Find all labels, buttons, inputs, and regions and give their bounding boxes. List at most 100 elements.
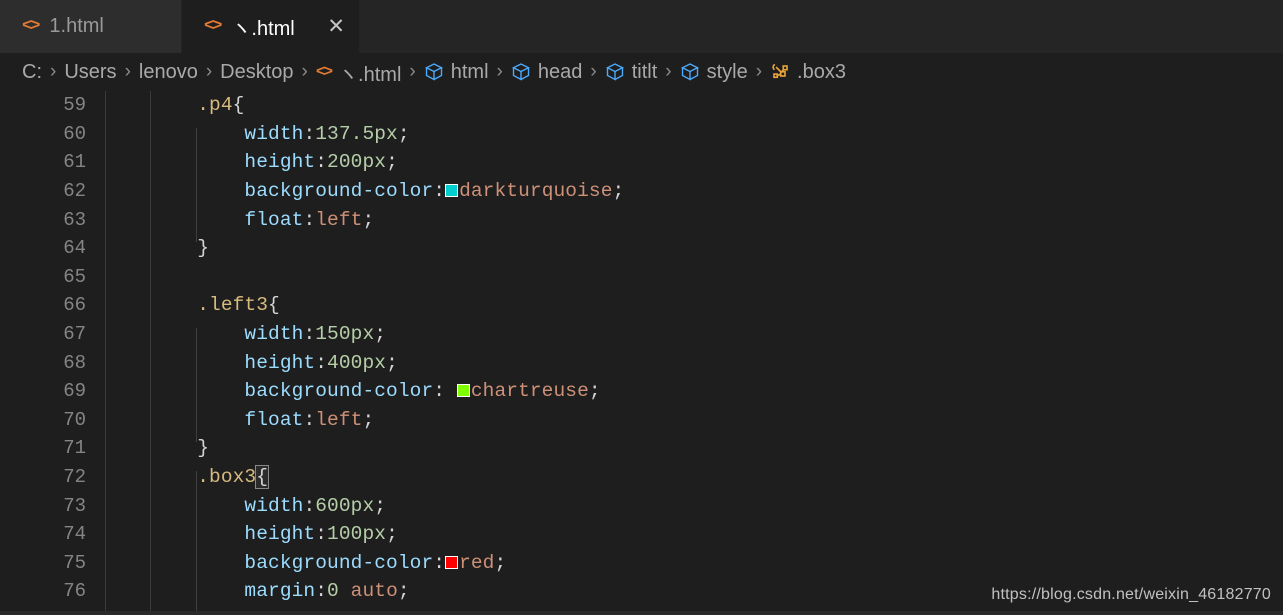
code-line[interactable]: 72 .box3{ (0, 463, 1283, 492)
color-swatch[interactable] (445, 184, 459, 198)
line-number: 66 (63, 294, 86, 317)
code-line[interactable]: 70 float:left; (0, 406, 1283, 435)
token-kw: red (459, 551, 495, 574)
code-lines: 59 .p4{60 width:137.5px; 61 height:200px;… (0, 91, 1283, 615)
code-line-content[interactable]: float:left; (150, 409, 1283, 431)
token-punc: : (433, 380, 457, 403)
html-file-icon: <> (204, 17, 222, 36)
token-punc (150, 437, 197, 459)
code-line-content[interactable]: height:100px; (150, 523, 1283, 545)
token-prop: background-color (244, 380, 434, 403)
token-punc: : (315, 151, 328, 174)
code-line[interactable]: 63 float:left; (0, 205, 1283, 234)
token-punc: ; (374, 494, 387, 517)
code-line-content[interactable]: height:200px; (150, 151, 1283, 173)
code-line-content[interactable]: } (150, 437, 1283, 459)
token-prop: width (244, 323, 304, 346)
code-line[interactable]: 64 } (0, 234, 1283, 263)
token-punc: ; (374, 323, 387, 346)
breadcrumb-item-label: titlt (631, 60, 658, 83)
symbol-module-icon (424, 62, 444, 82)
breadcrumb-item-html[interactable]: <> ヽ.html (316, 58, 402, 87)
code-line[interactable]: 75 background-color: red; (0, 549, 1283, 578)
token-punc (150, 151, 244, 173)
token-punc: ; (612, 180, 625, 203)
token-punc: ; (362, 408, 375, 431)
token-prop: background-color (244, 551, 434, 574)
symbol-module-icon (511, 62, 531, 82)
token-punc (150, 580, 244, 602)
breadcrumb-item-c[interactable]: C: (22, 61, 42, 84)
code-line-content[interactable]: .box3{ (150, 465, 1283, 490)
token-prop: margin (244, 580, 316, 603)
breadcrumb-separator: › (409, 61, 416, 82)
code-line[interactable]: 61 height:200px; (0, 148, 1283, 177)
token-punc (150, 495, 244, 517)
code-line[interactable]: 60 width:137.5px; (0, 120, 1283, 149)
breadcrumb-item-head[interactable]: head (511, 61, 582, 84)
code-line-content[interactable]: background-color: red; (150, 552, 1283, 574)
token-prop: float (244, 208, 304, 231)
code-line[interactable]: 73 width:600px; (0, 491, 1283, 520)
color-swatch[interactable] (456, 384, 470, 398)
line-number: 63 (63, 208, 86, 231)
breadcrumb-item-lenovo[interactable]: lenovo (139, 61, 198, 84)
code-line-content[interactable]: float:left; (150, 209, 1283, 231)
close-icon[interactable]: ✕ (321, 16, 351, 37)
breadcrumb-item-label: C: (22, 60, 42, 83)
breadcrumb-item-box3[interactable]: .box3 (770, 61, 846, 84)
token-punc: : (433, 551, 446, 574)
code-line-content[interactable]: width:137.5px; (150, 123, 1283, 145)
code-line[interactable]: 69 background-color: chartreuse; (0, 377, 1283, 406)
editor-tab-1[interactable]: <> 1.html (0, 0, 182, 53)
token-punc (150, 180, 244, 202)
code-line[interactable]: 66 .left3{ (0, 291, 1283, 320)
indent-guide (196, 327, 197, 443)
code-line[interactable]: 65 (0, 263, 1283, 292)
line-number: 75 (63, 551, 86, 574)
token-punc (150, 552, 244, 574)
code-line[interactable]: 74 height:100px; (0, 520, 1283, 549)
breadcrumb-item-label: lenovo (138, 60, 198, 83)
code-line-content[interactable]: .p4{ (150, 94, 1283, 116)
line-number: 73 (63, 494, 86, 517)
token-punc (150, 466, 197, 488)
token-punc: : (303, 122, 316, 145)
token-punc (150, 94, 197, 116)
code-line-content[interactable]: } (150, 237, 1283, 259)
code-line[interactable]: 62 background-color: darkturquoise; (0, 177, 1283, 206)
code-line-content[interactable]: background-color: chartreuse; (150, 380, 1283, 402)
breadcrumb-item-desktop[interactable]: Desktop (220, 61, 293, 84)
code-line[interactable]: 71 } (0, 434, 1283, 463)
code-line-content[interactable]: width:150px; (150, 323, 1283, 345)
token-kw: left (315, 208, 363, 231)
token-punc (150, 123, 244, 145)
editor-tab-2[interactable]: <> ヽ.html ✕ (182, 0, 360, 53)
code-editor[interactable]: 59 .p4{60 width:137.5px; 61 height:200px;… (0, 91, 1283, 615)
token-prop: width (244, 122, 304, 145)
symbol-module-icon (680, 62, 700, 82)
token-sel: .left3 (197, 294, 269, 317)
token-sel: .p4 (197, 94, 233, 117)
code-line[interactable]: 68 height:400px; (0, 348, 1283, 377)
code-line-content[interactable]: .left3{ (150, 294, 1283, 316)
code-line[interactable]: 59 .p4{ (0, 91, 1283, 120)
code-line[interactable]: 67 width:150px; (0, 320, 1283, 349)
breadcrumb-separator: › (124, 61, 131, 82)
color-swatch[interactable] (445, 555, 459, 569)
breadcrumb-item-style[interactable]: style (680, 61, 748, 84)
token-punc: ; (386, 151, 398, 174)
line-number: 76 (63, 580, 86, 603)
line-number: 65 (63, 265, 86, 288)
code-line-content[interactable]: background-color: darkturquoise; (150, 180, 1283, 202)
code-line-content[interactable]: height:400px; (150, 352, 1283, 374)
code-line-content[interactable]: width:600px; (150, 495, 1283, 517)
line-number: 70 (63, 408, 86, 431)
editor-tab-label: ヽ.html (231, 18, 295, 40)
breadcrumb-item-html[interactable]: html (424, 61, 489, 84)
token-punc: ; (386, 351, 398, 374)
editor-tab-bar: <> 1.html <> ヽ.html ✕ (0, 0, 1283, 53)
breadcrumb-item-titlt[interactable]: titlt (605, 60, 658, 84)
token-num: 137.5px (315, 122, 398, 145)
breadcrumb-item-users[interactable]: Users (64, 61, 116, 84)
